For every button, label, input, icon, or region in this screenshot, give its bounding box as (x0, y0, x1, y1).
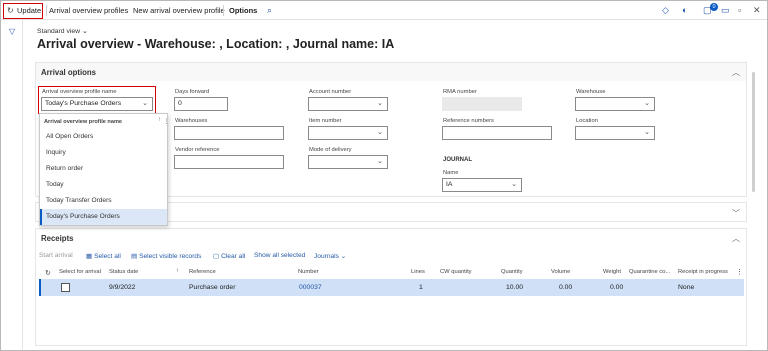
item-number-label: Item number (309, 118, 342, 124)
collapse-icon[interactable]: ︿ (732, 67, 740, 78)
diamond-icon[interactable]: ◇ (662, 5, 669, 16)
cell-volume: 0.00 (559, 284, 573, 291)
table-row[interactable] (39, 279, 744, 296)
chevron-down-icon: ⌄ (644, 100, 650, 107)
chevron-down-icon: ⌄ (377, 158, 383, 165)
reference-numbers-label: Reference numbers (443, 118, 494, 124)
chevron-down-icon: ⌄ (377, 129, 383, 136)
refresh-grid-icon[interactable]: ↻ (45, 269, 51, 277)
col-number[interactable]: Number (298, 269, 319, 275)
journal-heading: JOURNAL (443, 157, 473, 163)
col-reference[interactable]: Reference (189, 269, 216, 275)
attachments-icon[interactable]: ▭ (721, 5, 730, 16)
arrival-options-header[interactable]: Arrival options ︿ (36, 63, 746, 81)
account-number-select[interactable]: ⌄ (308, 97, 388, 111)
warehouses-label: Warehouses (175, 118, 208, 124)
reference-numbers-field[interactable] (442, 126, 552, 140)
office-icon[interactable]: ◐ (682, 5, 687, 15)
rma-number-field (442, 97, 522, 111)
close-icon[interactable]: ✕ (753, 5, 761, 16)
dropdown-option[interactable]: All Open Orders (40, 129, 167, 145)
start-arrival-button[interactable]: Start arrival (39, 252, 73, 259)
column-options-icon[interactable]: ⋮ (736, 268, 743, 276)
item-number-select[interactable]: ⌄ (308, 126, 388, 140)
col-receipt-in-progress[interactable]: Receipt in progress (678, 269, 728, 275)
arrival-overview-profiles-button[interactable]: Arrival overview profiles (49, 1, 128, 20)
cell-status-date: 9/9/2022 (109, 284, 136, 291)
days-forward-label: Days forward (175, 89, 210, 95)
col-quantity[interactable]: Quantity (501, 269, 523, 275)
page-title: Arrival overview - Warehouse: , Location… (37, 37, 395, 51)
cell-lines: 1 (419, 284, 423, 291)
location-label: Location (576, 118, 598, 124)
sort-icon[interactable]: ↑ (158, 117, 161, 123)
cell-receipt-in-progress: None (678, 284, 695, 291)
warehouse-label: Warehouse (576, 89, 606, 95)
rma-number-label: RMA number (443, 89, 477, 95)
dropdown-header: Arrival overview profile name (44, 119, 123, 125)
more-options-icon[interactable]: ⋮ (163, 117, 170, 125)
chevron-down-icon: ⌄ (644, 129, 650, 136)
highlight-box (38, 86, 156, 114)
new-profile-button[interactable]: New arrival overview profile (133, 1, 225, 20)
cell-number-link[interactable]: 000037 (299, 284, 322, 291)
chevron-down-icon: ⌄ (377, 100, 383, 107)
options-tab[interactable]: Options (229, 1, 257, 20)
account-number-label: Account number (309, 89, 352, 95)
separator (223, 5, 224, 16)
standard-view-selector[interactable]: Standard view ⌄ (37, 27, 88, 35)
mode-of-delivery-select[interactable]: ⌄ (308, 155, 388, 169)
days-forward-field[interactable]: 0 (174, 97, 228, 111)
show-all-selected-button[interactable]: Show all selected (254, 252, 305, 259)
page-content: Standard view ⌄ Arrival overview - Wareh… (23, 20, 767, 350)
maximize-icon[interactable]: ▫ (738, 5, 741, 15)
dropdown-option[interactable]: Today (40, 177, 167, 193)
journal-name-label: Name (443, 170, 459, 176)
journals-menu[interactable]: Journals ⌄ (314, 252, 346, 260)
vertical-scrollbar[interactable] (752, 72, 755, 192)
dropdown-option[interactable]: Today Transfer Orders (40, 193, 167, 209)
col-lines[interactable]: Lines (411, 269, 425, 275)
update-button[interactable]: ↻ Update (3, 3, 43, 19)
left-rail: ▽ (1, 20, 23, 350)
collapse-icon[interactable]: ︿ (732, 233, 740, 244)
profile-dropdown: Arrival overview profile name ↑ ⋮ All Op… (39, 113, 170, 226)
warehouses-field[interactable] (174, 126, 284, 140)
action-bar: ↻ Update Arrival overview profiles New a… (1, 1, 767, 20)
search-icon[interactable]: ⌕ (267, 1, 272, 20)
refresh-icon: ↻ (7, 6, 14, 15)
journal-name-select[interactable]: IA ⌄ (442, 178, 522, 192)
receipts-header[interactable]: Receipts ︿ (36, 229, 746, 247)
select-visible-records-button[interactable]: ▤ Select visible records (131, 252, 201, 260)
col-volume[interactable]: Volume (551, 269, 570, 275)
warehouse-select[interactable]: ⌄ (575, 97, 655, 111)
expand-icon[interactable]: ﹀ (732, 208, 740, 219)
dropdown-option[interactable]: Return order (40, 161, 167, 177)
col-weight[interactable]: Weight (603, 269, 621, 275)
vendor-reference-field[interactable] (174, 155, 284, 169)
separator (46, 5, 47, 16)
col-cw-quantity[interactable]: CW quantity (440, 269, 472, 275)
dropdown-option-selected[interactable]: Today's Purchase Orders (40, 209, 167, 225)
mode-of-delivery-label: Mode of delivery (309, 147, 352, 153)
notification-badge: 0 (710, 3, 718, 11)
col-select-for-arrival[interactable]: Select for arrival (59, 269, 101, 275)
dropdown-option[interactable]: Inquiry (40, 145, 167, 161)
cell-reference: Purchase order (189, 284, 236, 291)
select-for-arrival-checkbox[interactable] (61, 283, 70, 292)
chevron-down-icon: ⌄ (511, 181, 517, 188)
col-status-date[interactable]: Status date (109, 269, 138, 275)
filter-icon[interactable]: ▽ (9, 27, 15, 36)
select-all-button[interactable]: ▦ Select all (86, 252, 121, 260)
sort-up-icon: ↑ (176, 268, 179, 274)
vendor-reference-label: Vendor reference (175, 147, 220, 153)
clear-all-button[interactable]: ▢ Clear all (213, 252, 245, 260)
location-select[interactable]: ⌄ (575, 126, 655, 140)
cell-quantity: 10.00 (506, 284, 524, 291)
cell-weight: 0.00 (610, 284, 624, 291)
col-quarantine[interactable]: Quarantine co... (629, 269, 670, 275)
